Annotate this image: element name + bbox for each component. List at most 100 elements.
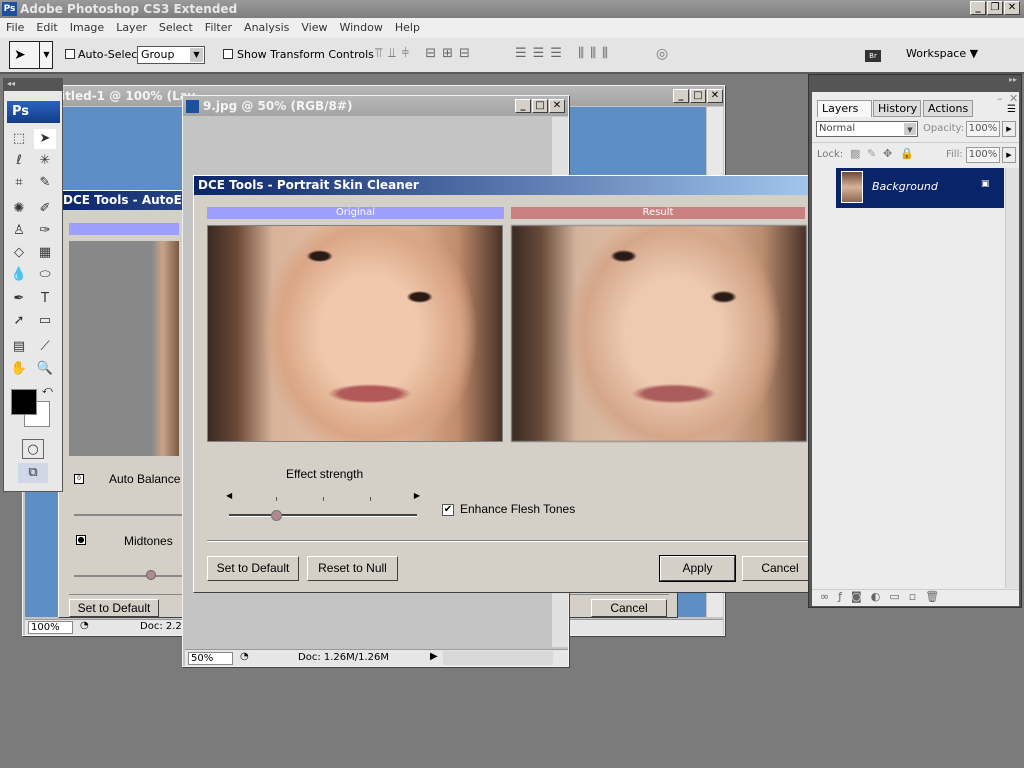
menu-file[interactable]: File bbox=[0, 18, 30, 38]
show-transform-checkbox[interactable] bbox=[223, 49, 233, 59]
blur-tool-icon[interactable]: 💧 bbox=[8, 265, 30, 285]
midtones-slider-thumb[interactable] bbox=[146, 570, 156, 580]
restore-icon[interactable]: ❐ bbox=[987, 1, 1003, 15]
autoenhance-set-default-button[interactable]: Set to Default bbox=[69, 599, 159, 617]
status-icon[interactable]: ◔ bbox=[80, 620, 89, 631]
screen-mode-icon[interactable]: ⧉ bbox=[18, 463, 48, 483]
pen-tool-icon[interactable]: ✒ bbox=[8, 289, 30, 309]
eraser-icon[interactable]: ◇ bbox=[8, 243, 30, 263]
lock-all-icon[interactable]: 🔒 bbox=[900, 147, 914, 160]
hand-tool-icon[interactable]: ✋ bbox=[8, 359, 30, 379]
menu-select[interactable]: Select bbox=[153, 18, 199, 38]
workspace-menu[interactable]: Workspace ▼ bbox=[906, 47, 978, 60]
notes-tool-icon[interactable]: ▤ bbox=[8, 337, 30, 357]
healing-brush-icon[interactable]: ✺ bbox=[8, 199, 30, 219]
result-preview-image bbox=[511, 225, 807, 442]
menu-filter[interactable]: Filter bbox=[199, 18, 238, 38]
menu-analysis[interactable]: Analysis bbox=[238, 18, 295, 38]
mask-icon[interactable]: ◙ bbox=[851, 590, 871, 603]
marquee-tool-icon[interactable]: ⬚ bbox=[8, 129, 30, 149]
slice-tool-icon[interactable]: ✎ bbox=[34, 173, 56, 193]
tab-actions[interactable]: Actions bbox=[923, 100, 973, 117]
reset-to-null-button[interactable]: Reset to Null bbox=[307, 556, 398, 581]
auto-balance-checkbox[interactable]: 0 bbox=[74, 474, 84, 484]
minimize-icon[interactable]: _ bbox=[673, 89, 689, 103]
lock-position-icon[interactable]: ✥ bbox=[883, 147, 892, 160]
tool-preset-picker[interactable]: ➤ ▼ bbox=[9, 41, 53, 69]
bridge-icon[interactable]: Br bbox=[865, 50, 881, 62]
horizontal-scrollbar[interactable] bbox=[443, 651, 553, 665]
lock-image-icon[interactable]: ✎ bbox=[867, 147, 876, 160]
blend-mode-dropdown[interactable]: Normal ▼ bbox=[816, 121, 918, 137]
fill-field[interactable]: 100% bbox=[966, 147, 1000, 163]
status-icon[interactable]: ◔ bbox=[240, 651, 249, 662]
crop-tool-icon[interactable]: ⌗ bbox=[8, 173, 30, 193]
menu-view[interactable]: View bbox=[295, 18, 333, 38]
fx-icon[interactable]: ƒ bbox=[838, 590, 851, 603]
adjustment-icon[interactable]: ◐ bbox=[871, 590, 890, 603]
image-window-title[interactable]: 9.jpg @ 50% (RGB/8#) bbox=[183, 96, 568, 116]
set-to-default-button[interactable]: Set to Default bbox=[207, 556, 299, 581]
portrait-skin-cleaner-dialog: DCE Tools - Portrait Skin Cleaner ✕ Orig… bbox=[193, 175, 827, 593]
new-layer-icon[interactable]: ▫ bbox=[909, 590, 925, 603]
swap-colors-icon[interactable]: ⤺ bbox=[42, 385, 53, 396]
close-icon[interactable]: ✕ bbox=[549, 99, 565, 113]
group-icon[interactable]: ▭ bbox=[889, 590, 908, 603]
opacity-arrow-icon[interactable]: ▶ bbox=[1002, 121, 1016, 137]
menu-edit[interactable]: Edit bbox=[30, 18, 63, 38]
menu-window[interactable]: Window bbox=[333, 18, 388, 38]
layer-row-background[interactable]: Background ▣ bbox=[836, 168, 1004, 208]
distribute-buttons[interactable]: ☰☰☰ ⫼⫼⫼ bbox=[515, 46, 614, 61]
lock-transparent-icon[interactable]: ▩ bbox=[850, 147, 860, 160]
tab-history[interactable]: History bbox=[873, 100, 921, 117]
close-icon[interactable]: ✕ bbox=[707, 89, 723, 103]
menu-help[interactable]: Help bbox=[389, 18, 426, 38]
move-tool-icon[interactable]: ➤ bbox=[34, 129, 56, 149]
align-buttons[interactable]: ⫪⫫⫩ ⊟⊞⊟ bbox=[375, 46, 476, 61]
brush-tool-icon[interactable]: ✐ bbox=[34, 199, 56, 219]
auto-align-icon[interactable]: ◎ bbox=[656, 46, 668, 62]
auto-select-checkbox[interactable] bbox=[65, 49, 75, 59]
gradient-tool-icon[interactable]: ▦ bbox=[34, 243, 56, 263]
tab-layers[interactable]: Layers ✕ bbox=[817, 100, 872, 131]
fill-arrow-icon[interactable]: ▶ bbox=[1002, 147, 1016, 163]
eyedropper-icon[interactable]: ⟋ bbox=[34, 337, 56, 357]
panel-menu-icon[interactable]: ☰ bbox=[1007, 104, 1016, 115]
foreground-color-swatch[interactable] bbox=[11, 389, 37, 415]
dodge-tool-icon[interactable]: ⬭ bbox=[34, 265, 56, 285]
opacity-field[interactable]: 100% bbox=[966, 121, 1000, 137]
panel-minimize-icon[interactable]: – bbox=[997, 92, 1003, 105]
maximize-icon[interactable]: □ bbox=[690, 89, 706, 103]
magic-wand-icon[interactable]: ✳ bbox=[34, 151, 56, 171]
minimize-icon[interactable]: _ bbox=[970, 1, 986, 15]
layers-scrollbar[interactable] bbox=[1005, 168, 1019, 588]
zoom-field[interactable]: 100% bbox=[28, 621, 73, 634]
effect-strength-thumb[interactable] bbox=[271, 510, 282, 521]
apply-button[interactable]: Apply bbox=[659, 555, 736, 582]
cancel-button[interactable]: Cancel bbox=[742, 556, 818, 581]
auto-select-dropdown[interactable]: Group ▼ bbox=[137, 46, 205, 64]
autoenhance-cancel-button[interactable]: Cancel bbox=[591, 599, 667, 617]
zoom-field[interactable]: 50% bbox=[188, 652, 233, 665]
quick-mask-icon[interactable]: ○ bbox=[22, 439, 44, 459]
menu-layer[interactable]: Layer bbox=[110, 18, 153, 38]
zoom-tool-icon[interactable]: 🔍 bbox=[34, 359, 56, 379]
status-menu-arrow[interactable]: ▶ bbox=[430, 651, 438, 662]
delete-layer-icon[interactable]: 🗑 bbox=[925, 590, 948, 603]
midtones-slider[interactable] bbox=[74, 570, 184, 580]
lasso-tool-icon[interactable]: ℓ bbox=[8, 151, 30, 171]
maximize-icon[interactable]: □ bbox=[532, 99, 548, 113]
type-tool-icon[interactable]: T bbox=[34, 289, 56, 309]
history-brush-icon[interactable]: ✑ bbox=[34, 221, 56, 241]
link-layers-icon[interactable]: ∞ bbox=[820, 590, 838, 603]
minimize-icon[interactable]: _ bbox=[515, 99, 531, 113]
midtones-radio[interactable]: ● bbox=[76, 535, 86, 545]
shape-tool-icon[interactable]: ▭ bbox=[34, 311, 56, 331]
enhance-flesh-tones-checkbox[interactable]: ✔ bbox=[442, 504, 454, 516]
close-icon[interactable]: ✕ bbox=[1004, 1, 1020, 15]
menu-image[interactable]: Image bbox=[64, 18, 110, 38]
path-selection-icon[interactable]: ➚ bbox=[8, 311, 30, 331]
clone-stamp-icon[interactable]: ♙ bbox=[8, 221, 30, 241]
effect-strength-slider[interactable]: ◀ ▶ bbox=[226, 491, 420, 521]
auto-balance-slider[interactable] bbox=[74, 514, 184, 516]
